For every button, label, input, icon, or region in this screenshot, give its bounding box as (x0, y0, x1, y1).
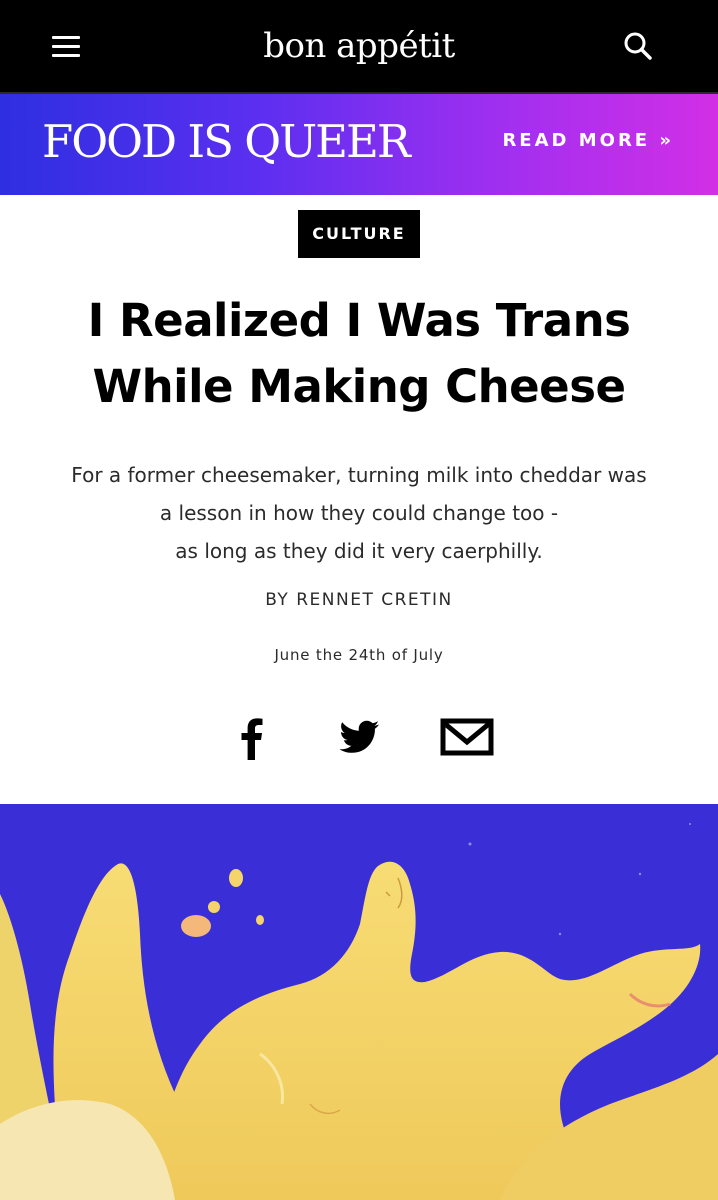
dek-line-2: a lesson in how they could change too - (159, 501, 559, 525)
banner-title: FOOD IS QUEER (42, 115, 411, 168)
headline-line-1: I Realized I Was Trans (87, 294, 631, 347)
dek-line-1: For a former cheesemaker, turning milk i… (71, 463, 647, 487)
publish-date: June the 24th of July (274, 646, 444, 664)
category-tag[interactable]: CULTURE (298, 210, 420, 258)
article-dek: For a former cheesemaker, turning milk i… (20, 456, 698, 570)
article-headline: I Realized I Was Trans While Making Chee… (20, 288, 698, 420)
top-nav-bar: bon appétit (0, 0, 718, 94)
food-is-queer-banner[interactable]: FOOD IS QUEER READ MORE » (0, 94, 718, 195)
email-icon[interactable] (438, 712, 496, 762)
category-tag-wrapper: CULTURE (0, 210, 718, 258)
facebook-icon[interactable] (230, 712, 274, 762)
hero-illustration (0, 804, 718, 1200)
twitter-icon[interactable] (334, 712, 384, 762)
read-more-link[interactable]: READ MORE » (502, 130, 674, 152)
headline-line-2: While Making Cheese (92, 360, 626, 413)
dek-line-3: as long as they did it very caerphilly. (175, 539, 543, 563)
search-icon[interactable] (622, 30, 654, 62)
author-byline[interactable]: BY RENNET CRETIN (0, 587, 718, 613)
site-logo[interactable]: bon appétit (0, 24, 718, 68)
